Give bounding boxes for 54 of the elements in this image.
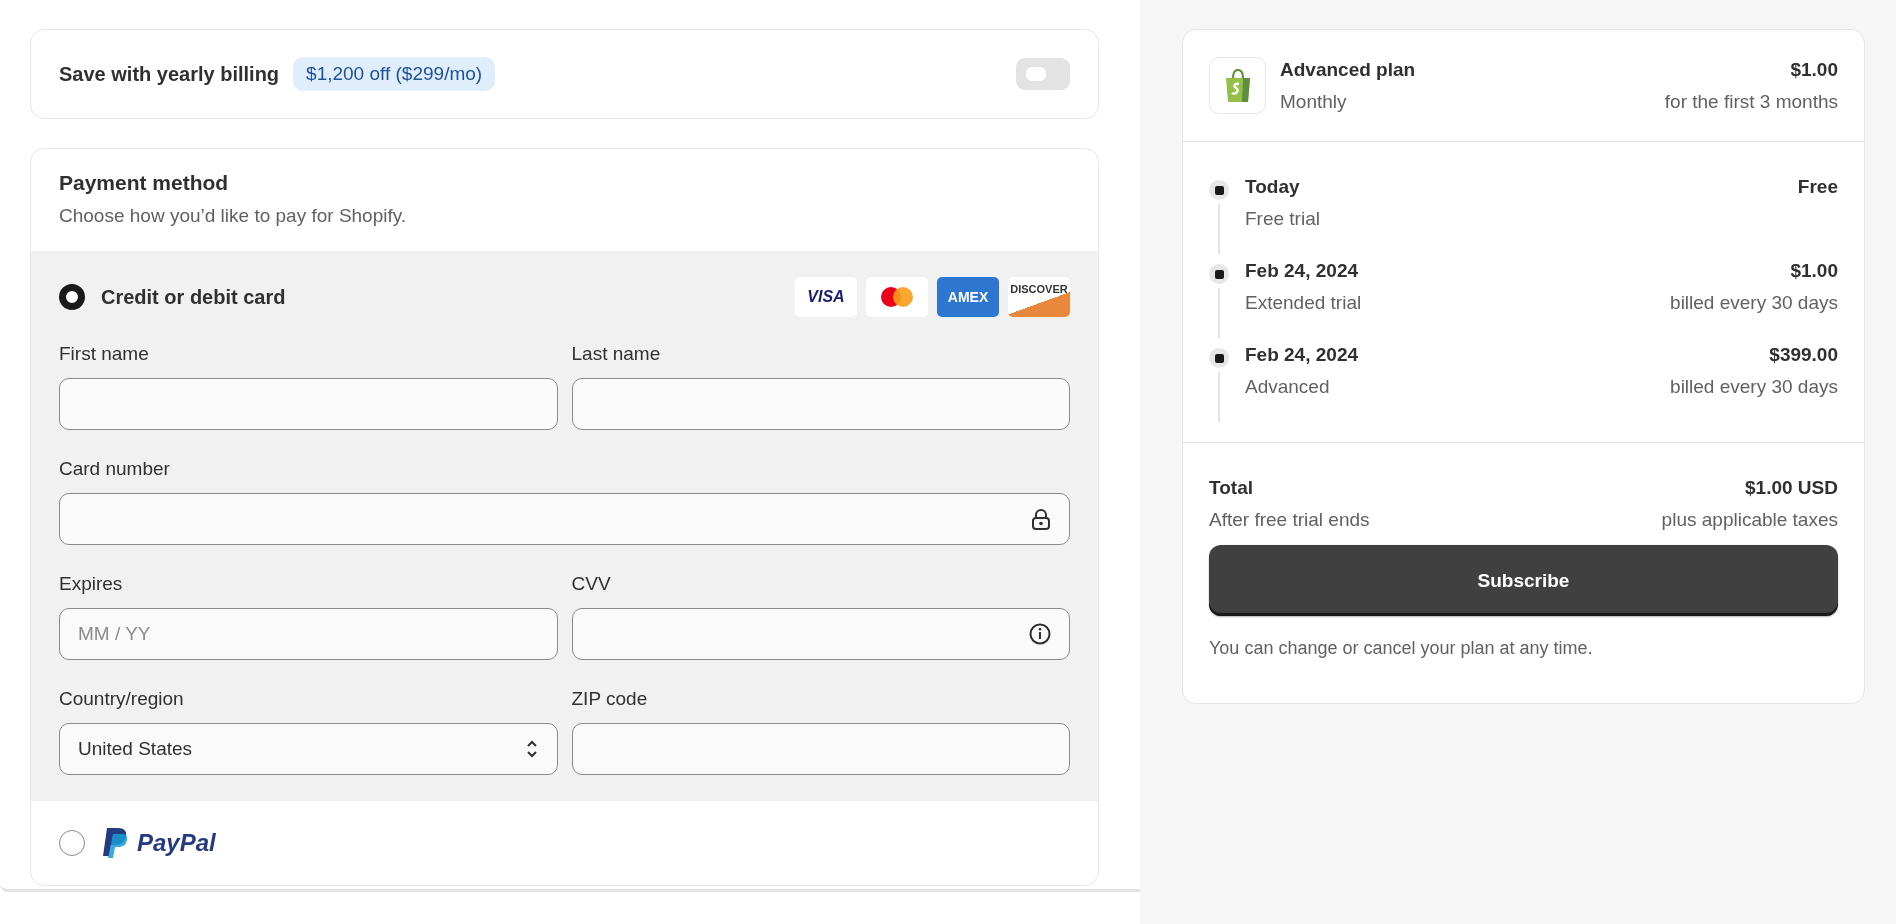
country-select[interactable]: United States [59,723,558,775]
billing-note: billed every 30 days [1670,292,1838,314]
timeline-description: Advanced [1245,376,1331,398]
info-icon [1029,623,1051,645]
billing-note: billed every 30 days [1670,376,1838,398]
total-sublabel: After free trial ends [1209,509,1370,531]
discover-logo: DISCOVER [1008,277,1070,317]
section-subtitle: Choose how you’d like to pay for Shopify. [59,205,408,227]
timeline-amount: Free [1797,176,1838,198]
discount-badge: $1,200 off ($299/mo) [293,57,496,91]
lock-icon [1031,508,1051,530]
field-label: Card number [59,458,171,480]
radio-button[interactable] [59,284,85,310]
plan-period: Monthly [1280,90,1348,113]
option-label: Credit or debit card [101,285,286,309]
yearly-billing-toggle[interactable] [1016,58,1070,90]
timeline-amount: $399.00 [1769,344,1838,366]
timeline-dot [1209,264,1229,284]
subscribe-button[interactable]: Subscribe [1209,545,1838,616]
chevron-up-down-icon [524,739,539,759]
timeline-amount: $1.00 [1790,260,1838,282]
field-label: Expires [59,573,124,595]
timeline-dot [1209,348,1229,368]
price-note: for the first 3 months [1664,90,1838,113]
field-label: CVV [571,573,612,595]
timeline-date: Feb 24, 2024 [1245,260,1360,282]
timeline-description: Free trial [1245,208,1320,230]
radio-button[interactable] [59,830,85,856]
section-title: Payment method [59,171,230,195]
field-label: First name [59,343,150,365]
plan-price: $1.00 [1790,58,1838,81]
timeline-description: Extended trial [1245,292,1362,314]
mastercard-logo [880,286,914,308]
field-label: Country/region [59,688,185,710]
amex-logo: AMEX [937,277,999,317]
tax-note: plus applicable taxes [1661,509,1838,531]
input-field[interactable] [571,723,1070,775]
paypal-icon [101,827,129,859]
total-amount: $1.00 USD [1745,477,1838,499]
plan-name: Advanced plan [1280,58,1416,81]
field-label: Last name [571,343,662,365]
paypal-logo: PayPal [137,829,216,857]
input-field[interactable] [59,378,558,430]
total-label: Total [1209,477,1254,499]
input-field[interactable] [571,378,1070,430]
timeline-date: Today [1245,176,1301,198]
footnote: You can change or cancel your plan at any time. [1208,637,1594,660]
input-field[interactable] [571,608,1070,660]
yearly-billing-label: Save with yearly billing [59,62,280,86]
visa-logo: VISA [795,277,857,317]
field-label: ZIP code [571,688,649,710]
timeline-dot [1209,180,1229,200]
timeline-date: Feb 24, 2024 [1245,344,1359,366]
input-field[interactable] [59,493,1070,545]
